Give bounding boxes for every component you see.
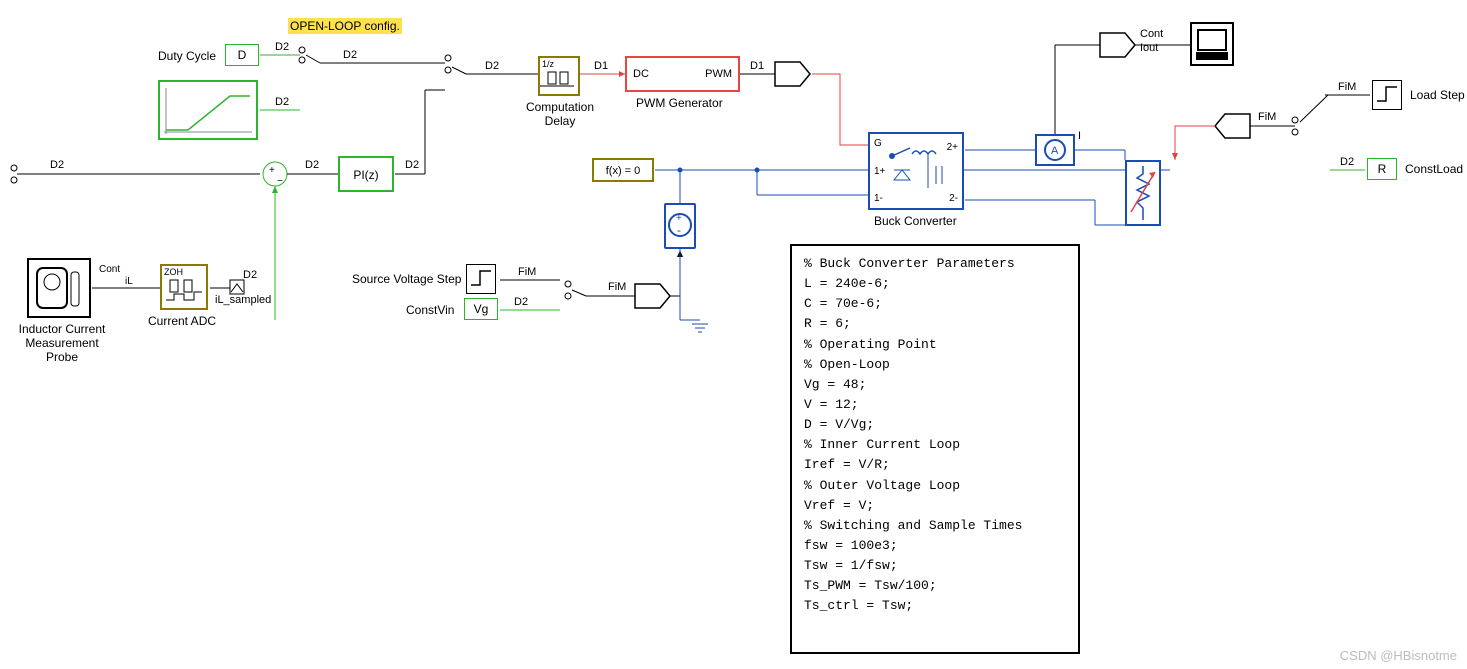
- svg-text:+: +: [269, 165, 275, 176]
- parameters-code-annotation: % Buck Converter Parameters L = 240e-6; …: [790, 244, 1080, 654]
- svg-text:D2: D2: [275, 41, 289, 53]
- controlled-voltage-source-block[interactable]: + -: [664, 203, 696, 249]
- duty-cycle-constant-block[interactable]: D: [225, 44, 259, 66]
- adc-zoh-label: ZOH: [162, 266, 206, 278]
- pwm-generator-caption: PWM Generator: [636, 96, 723, 110]
- r-constant-block[interactable]: R: [1367, 158, 1397, 180]
- probe-caption: Inductor Current Measurement Probe: [12, 322, 112, 364]
- ammeter-block[interactable]: A: [1035, 134, 1075, 166]
- svg-text:D2: D2: [50, 159, 64, 171]
- load-step-block[interactable]: [1372, 80, 1402, 110]
- svg-text:D2: D2: [485, 60, 499, 72]
- svg-text:D2: D2: [405, 159, 419, 171]
- adc-caption: Current ADC: [148, 314, 216, 328]
- const-load-label: ConstLoad: [1405, 162, 1463, 176]
- inductor-current-probe-block[interactable]: [27, 258, 91, 318]
- buck-caption: Buck Converter: [874, 214, 957, 228]
- variable-resistor-block[interactable]: [1125, 160, 1161, 226]
- svg-text:D2: D2: [343, 49, 357, 61]
- ammeter-port-i: I: [1078, 130, 1081, 142]
- source-voltage-step-block[interactable]: [466, 264, 496, 294]
- il-sampled-label: iL_sampled: [215, 294, 271, 306]
- duty-cycle-label: Duty Cycle: [158, 49, 216, 63]
- svg-text:D1: D1: [594, 60, 608, 72]
- svg-text:FiM: FiM: [1258, 111, 1276, 123]
- svg-text:−: −: [277, 176, 283, 187]
- svg-text:FiM: FiM: [518, 266, 536, 278]
- pwm-generator-block[interactable]: DC PWM: [625, 56, 740, 92]
- scope-iout-label: Iout: [1140, 42, 1158, 54]
- svg-text:D1: D1: [750, 60, 764, 72]
- svg-text:FiM: FiM: [1338, 81, 1356, 93]
- current-adc-block[interactable]: ZOH: [160, 264, 208, 310]
- svg-text:D2: D2: [275, 96, 289, 108]
- vg-constant-block[interactable]: Vg: [464, 298, 498, 320]
- solver-config-block[interactable]: f(x) = 0: [592, 158, 654, 182]
- svg-text:Cont: Cont: [99, 264, 120, 275]
- open-loop-config-label: OPEN-LOOP config.: [288, 18, 402, 34]
- source-voltage-step-label: Source Voltage Step: [352, 272, 461, 286]
- svg-text:D2: D2: [514, 296, 528, 308]
- svg-text:D2: D2: [305, 159, 319, 171]
- constvin-label: ConstVin: [406, 303, 454, 317]
- pwm-out-label: PWM: [705, 68, 732, 80]
- watermark: CSDN @HBisnotme: [1340, 648, 1457, 663]
- svg-text:FiM: FiM: [608, 281, 626, 293]
- computation-delay-caption: Computation Delay: [525, 100, 595, 128]
- ramp-signal-block[interactable]: [158, 80, 258, 140]
- scope-cont-label: Cont: [1140, 28, 1163, 40]
- svg-text:iL: iL: [125, 276, 133, 287]
- pwm-in-label: DC: [633, 68, 649, 80]
- svg-text:A: A: [1051, 145, 1059, 157]
- svg-text:-: -: [677, 223, 681, 237]
- pi-controller-block[interactable]: PI(z): [338, 156, 394, 192]
- svg-text:D2: D2: [1340, 156, 1354, 168]
- scope-block[interactable]: [1190, 22, 1234, 66]
- load-step-label: Load Step: [1410, 88, 1465, 102]
- buck-converter-block[interactable]: G 1+ 1- 2+ 2-: [868, 132, 964, 210]
- svg-text:D2: D2: [243, 269, 257, 281]
- computation-delay-block[interactable]: 1/z: [538, 56, 580, 96]
